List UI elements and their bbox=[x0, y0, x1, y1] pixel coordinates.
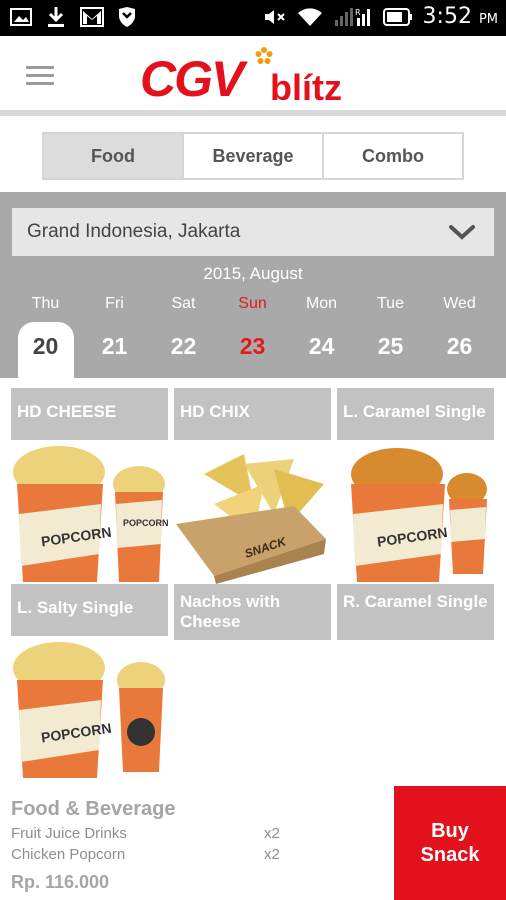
product-label: HD CHEESE bbox=[11, 388, 168, 440]
svg-text:CGV: CGV bbox=[140, 51, 248, 106]
svg-text:POPCORN: POPCORN bbox=[123, 518, 168, 528]
date-item-20[interactable]: Thu 20 bbox=[11, 287, 80, 378]
tab-combo[interactable]: Combo bbox=[324, 134, 462, 178]
summary-item-qty: x2 bbox=[264, 846, 280, 863]
summary-item-qty: x2 bbox=[264, 825, 280, 842]
summary-item-name: Chicken Popcorn bbox=[11, 846, 126, 863]
summary-row: Chicken Popcorn x2 bbox=[11, 846, 301, 863]
summary-item-name: Fruit Juice Drinks bbox=[11, 825, 127, 842]
day-date: 21 bbox=[101, 333, 128, 359]
clock: 3:52 PM bbox=[423, 4, 498, 29]
day-name: Sun bbox=[238, 295, 267, 312]
chevron-down-icon bbox=[449, 225, 475, 240]
cgv-blitz-logo: CGV blítz bbox=[140, 47, 342, 106]
buy-label-2: Snack bbox=[420, 844, 480, 866]
day-date: 22 bbox=[170, 333, 197, 359]
buy-snack-button[interactable]: Buy Snack bbox=[394, 786, 506, 900]
product-card[interactable]: POPCORN R. Caramel Single bbox=[337, 444, 494, 640]
day-name: Wed bbox=[443, 295, 476, 312]
menu-icon[interactable] bbox=[26, 66, 54, 86]
buy-label-1: Buy bbox=[431, 820, 469, 842]
product-card[interactable]: HD CHEESE bbox=[11, 388, 168, 440]
tab-food[interactable]: Food bbox=[44, 134, 184, 178]
battery-icon bbox=[382, 7, 412, 26]
tab-beverage[interactable]: Beverage bbox=[184, 134, 324, 178]
summary-title: Food & Beverage bbox=[11, 798, 176, 820]
date-item-23[interactable]: Sun 23 bbox=[218, 287, 287, 377]
day-date: 20 bbox=[32, 333, 59, 359]
day-name: Thu bbox=[31, 295, 60, 312]
clock-time: 3:52 bbox=[422, 4, 472, 29]
month-label: 2015, August bbox=[203, 264, 303, 283]
location-date-panel: Grand Indonesia, Jakarta 2015, August Th… bbox=[0, 192, 506, 378]
app-header: CGV blítz bbox=[0, 36, 506, 116]
image-icon bbox=[10, 8, 32, 26]
date-item-22[interactable]: Sat 22 bbox=[149, 287, 218, 377]
day-date: 26 bbox=[446, 333, 473, 359]
product-card[interactable]: L. Caramel Single bbox=[337, 388, 494, 440]
location-value: Grand Indonesia, Jakarta bbox=[27, 221, 241, 242]
shield-icon bbox=[119, 7, 135, 27]
day-date: 23 bbox=[239, 333, 266, 359]
product-label: Nachos with Cheese bbox=[174, 584, 331, 640]
day-name: Sat bbox=[171, 295, 196, 312]
day-date: 25 bbox=[377, 333, 404, 359]
signal-icon: R bbox=[334, 7, 370, 26]
date-item-21[interactable]: Fri 21 bbox=[80, 287, 149, 377]
product-card[interactable]: POPCORN POPCORN L. Salty Single bbox=[11, 444, 168, 636]
summary-row: Fruit Juice Drinks x2 bbox=[11, 825, 301, 842]
product-card[interactable]: HD CHIX bbox=[174, 388, 331, 440]
product-card[interactable]: POPCORN bbox=[11, 640, 168, 780]
product-card[interactable]: SNACK Nachos with Cheese bbox=[174, 444, 331, 640]
product-label: R. Caramel Single bbox=[337, 584, 494, 640]
date-item-24[interactable]: Mon 24 bbox=[287, 287, 356, 377]
svg-text:R: R bbox=[355, 8, 361, 17]
date-item-26[interactable]: Wed 26 bbox=[425, 287, 494, 377]
summary-total: Rp. 116.000 bbox=[11, 872, 110, 892]
download-icon bbox=[48, 7, 64, 27]
location-dropdown[interactable]: Grand Indonesia, Jakarta bbox=[12, 208, 494, 256]
popcorn-image: POPCORN bbox=[13, 642, 165, 778]
category-tabs: Food Beverage Combo bbox=[42, 132, 464, 180]
svg-text:blítz: blítz bbox=[270, 67, 342, 106]
wifi-icon bbox=[297, 7, 322, 26]
product-label: L. Salty Single bbox=[11, 584, 168, 636]
popcorn-image: POPCORN POPCORN bbox=[13, 446, 168, 582]
nachos-image: SNACK bbox=[176, 454, 326, 584]
gmail-icon bbox=[80, 7, 104, 27]
product-label: HD CHIX bbox=[174, 388, 331, 440]
day-name: Mon bbox=[305, 295, 338, 312]
day-name: Fri bbox=[105, 295, 124, 312]
date-item-25[interactable]: Tue 25 bbox=[356, 287, 425, 377]
caramel-popcorn-image: POPCORN bbox=[351, 448, 487, 582]
status-bar: R 3:52 PM bbox=[0, 0, 506, 36]
clock-ampm: PM bbox=[478, 12, 498, 27]
product-label: L. Caramel Single bbox=[337, 388, 494, 440]
mute-icon bbox=[264, 9, 285, 24]
day-name: Tue bbox=[377, 295, 404, 312]
order-summary: Food & Beverage Fruit Juice Drinks x2 Ch… bbox=[0, 786, 394, 900]
day-date: 24 bbox=[308, 333, 335, 359]
date-strip: Thu 20 Fri 21 Sat 22 Sun 23 Mon 24 Tue 25 Wed 2… bbox=[11, 287, 495, 378]
